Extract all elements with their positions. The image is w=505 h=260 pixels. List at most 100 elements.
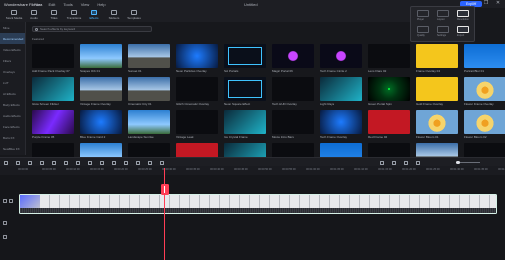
- marker-icon[interactable]: [148, 160, 152, 165]
- layout-option-3[interactable]: [457, 10, 469, 17]
- layout-option-6[interactable]: [457, 26, 469, 33]
- cut-icon[interactable]: [40, 160, 44, 165]
- effect-card[interactable]: Cinematic City 01: [128, 77, 170, 106]
- sidebar-item-video-effects[interactable]: Video Effects: [0, 44, 25, 55]
- effect-card[interactable]: Flower Bloom 01: [416, 110, 458, 139]
- color-icon[interactable]: [76, 160, 80, 165]
- effect-card[interactable]: Landscape Sunrise: [128, 110, 170, 139]
- toolbar-tab-stickers[interactable]: Stickers: [106, 8, 122, 22]
- snapshot-icon[interactable]: [124, 160, 128, 165]
- effect-label: Flower Bloom 01: [416, 135, 439, 139]
- effect-card[interactable]: Frame Overlay 04: [416, 44, 458, 73]
- effect-card[interactable]: Neon Square Effect: [224, 77, 266, 106]
- toolbar-tab-transitions[interactable]: Transitions: [66, 8, 82, 22]
- effect-card[interactable]: Sunset 01: [128, 44, 170, 73]
- effect-card[interactable]: Red Frame 02: [368, 110, 410, 139]
- menu-tools[interactable]: Tools: [63, 2, 72, 7]
- layout-option-5[interactable]: [437, 26, 449, 33]
- sidebar-item-lut[interactable]: LUT: [0, 77, 25, 88]
- zoom-in-icon[interactable]: [416, 160, 420, 165]
- video-clip[interactable]: [19, 194, 497, 214]
- toolbar-tab-templates[interactable]: Templates: [126, 8, 142, 22]
- audio-track-icon[interactable]: [3, 221, 7, 225]
- delete-icon[interactable]: [28, 160, 32, 165]
- effect-card[interactable]: Sci Portals: [224, 44, 266, 73]
- layout-option-1[interactable]: [417, 10, 429, 17]
- zoom-slider-knob[interactable]: [456, 160, 460, 164]
- link-icon[interactable]: [380, 160, 384, 165]
- sidebar-item-boris-fx[interactable]: Boris FX: [0, 132, 25, 143]
- effect-card[interactable]: Vintage Leak: [176, 110, 218, 139]
- effect-card[interactable]: Purple Frame 05: [32, 110, 74, 139]
- speed-icon[interactable]: [64, 160, 68, 165]
- effect-card[interactable]: Scapes Orb 01: [80, 44, 122, 73]
- effect-card[interactable]: Vintage Frame Overlay: [80, 77, 122, 106]
- eye-icon[interactable]: [9, 199, 13, 203]
- effect-card[interactable]: Flower Bloom 02: [464, 110, 505, 139]
- effect-card[interactable]: Tech Frame Circle 2: [320, 44, 362, 73]
- music-icon[interactable]: [3, 235, 7, 239]
- effect-card[interactable]: Lens Flare 02: [368, 44, 410, 73]
- effect-card[interactable]: Green Portal Spin: [368, 77, 410, 106]
- toolbar-tab-label: Stock Media: [5, 16, 23, 20]
- menu-view[interactable]: View: [81, 2, 90, 7]
- menu-edit[interactable]: Edit: [48, 2, 55, 7]
- keyframe-icon[interactable]: [112, 160, 116, 165]
- toolbar-tab-titles[interactable]: Titles: [46, 8, 62, 22]
- sidebar-item-face-effects[interactable]: Face Effects: [0, 121, 25, 132]
- effect-label: Movie Intro Bars: [272, 135, 294, 139]
- menu-help[interactable]: Help: [97, 2, 105, 7]
- toolbar-tab-label: Stickers: [108, 16, 120, 20]
- redo-icon[interactable]: [16, 160, 20, 165]
- layout-option-2[interactable]: [437, 10, 449, 17]
- effect-card[interactable]: Ice Crystal Frame: [224, 110, 266, 139]
- toolbar-tab-label: Transitions: [66, 16, 82, 20]
- voiceover-icon[interactable]: [160, 160, 164, 165]
- zoom-slider-track[interactable]: [456, 162, 480, 163]
- effect-card[interactable]: Glow Screen Flicker: [32, 77, 74, 106]
- effect-thumbnail: [224, 77, 266, 101]
- magnet-icon[interactable]: [392, 160, 396, 165]
- effect-card[interactable]: Portrait Blur 01: [464, 44, 505, 73]
- effect-card[interactable]: Light Rays: [320, 77, 362, 106]
- maximize-icon[interactable]: ❐: [483, 1, 489, 6]
- effect-card[interactable]: Gold Frame Overlay: [416, 77, 458, 106]
- ruler-tick-label: 00:00:50:00: [258, 168, 272, 171]
- undo-icon[interactable]: [4, 160, 8, 165]
- toolbar-tab-effects[interactable]: Effects: [86, 8, 102, 22]
- sidebar-item-recommended[interactable]: Recommended: [0, 33, 25, 44]
- effect-card[interactable]: Add Frame Pack Overlay 07: [32, 44, 74, 73]
- crop-icon[interactable]: [52, 160, 56, 165]
- render-icon[interactable]: [136, 160, 140, 165]
- layout-option-4[interactable]: [417, 26, 429, 33]
- effect-card[interactable]: Tech HUD Overlay: [272, 77, 314, 106]
- playhead-handle[interactable]: [160, 184, 169, 195]
- effect-card[interactable]: Blue Frame Card 2: [80, 110, 122, 139]
- toolbar-tab-audio[interactable]: Audio: [26, 8, 42, 22]
- close-icon[interactable]: ✕: [495, 1, 501, 6]
- sidebar-item-ai-effects[interactable]: AI Effects: [0, 88, 25, 99]
- video-track-icon[interactable]: [3, 199, 7, 203]
- sidebar-item-filters[interactable]: Filters: [0, 55, 25, 66]
- toolbar-tab-icon: [71, 10, 77, 15]
- menu-file[interactable]: File: [34, 2, 40, 7]
- search-input[interactable]: Search effects by keyword: [32, 26, 152, 32]
- effect-card[interactable]: Flower Frame Overlay: [464, 77, 505, 106]
- audio-icon[interactable]: [88, 160, 92, 165]
- sidebar-item-audio-effects[interactable]: Audio Effects: [0, 110, 25, 121]
- sidebar-item-overlays[interactable]: Overlays: [0, 66, 25, 77]
- playhead-line[interactable]: [164, 168, 165, 260]
- toolbar-tab-stock-media[interactable]: Stock Media: [6, 8, 22, 22]
- sidebar-item-mine[interactable]: Mine: [0, 22, 25, 33]
- effect-card[interactable]: Neon Particles Overlay: [176, 44, 218, 73]
- effect-card[interactable]: Magic Portal 06: [272, 44, 314, 73]
- effect-card[interactable]: Glitch Cinematic Overlay: [176, 77, 218, 106]
- timeline-ruler[interactable]: 00:00:00 00:00:05:00 00:00:10:00 00:00:15:0…: [0, 166, 505, 175]
- effect-card[interactable]: Tech Frame Overlay: [320, 110, 362, 139]
- zoom-out-icon[interactable]: [404, 160, 408, 165]
- effect-card[interactable]: Movie Intro Bars: [272, 110, 314, 139]
- mask-icon[interactable]: [100, 160, 104, 165]
- sidebar-item-newblue-fx[interactable]: NewBlue FX: [0, 143, 25, 154]
- sidebar-item-body-effects[interactable]: Body Effects: [0, 99, 25, 110]
- effect-label: Vintage Frame Overlay: [80, 102, 111, 106]
